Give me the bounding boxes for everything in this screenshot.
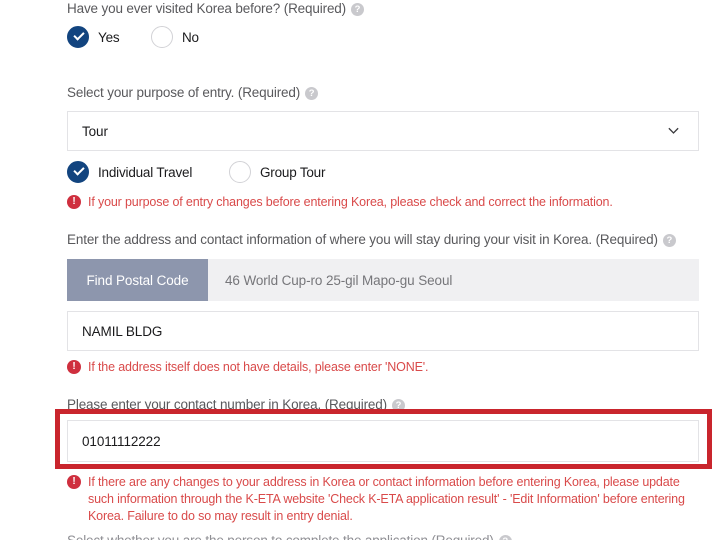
radio-unselected-icon: [151, 26, 173, 48]
alert-exclamation-icon: !: [67, 475, 81, 489]
travel-type-radio-group: Individual Travel Group Tour: [67, 161, 699, 183]
help-icon[interactable]: ?: [498, 535, 512, 540]
radio-group-tour-label: Group Tour: [260, 164, 326, 180]
purpose-of-entry-value: Tour: [82, 123, 108, 139]
visited-korea-question: Have you ever visited Korea before? (Req…: [67, 0, 699, 18]
purpose-of-entry-select[interactable]: Tour: [67, 111, 699, 151]
stay-address-question: Enter the address and contact informatio…: [67, 231, 699, 249]
radio-visited-yes[interactable]: Yes: [67, 26, 151, 48]
radio-selected-icon: [67, 26, 89, 48]
keta-application-form: Have you ever visited Korea before? (Req…: [0, 0, 720, 540]
radio-visited-yes-label: Yes: [98, 29, 120, 45]
contact-alert-message: ! If there are any changes to your addre…: [67, 474, 699, 525]
help-icon[interactable]: ?: [391, 399, 405, 412]
stay-address-label-text: Enter the address and contact informatio…: [67, 232, 658, 247]
purpose-alert-message: ! If your purpose of entry changes befor…: [67, 194, 699, 211]
contact-number-input[interactable]: 01011112222: [67, 420, 699, 462]
chevron-down-icon: [668, 127, 679, 134]
find-postal-code-button[interactable]: Find Postal Code: [67, 259, 208, 301]
purpose-alert-text: If your purpose of entry changes before …: [88, 195, 613, 209]
contact-number-input-wrap: 01011112222: [67, 420, 699, 462]
next-question-partial: Select whether you are the person to com…: [67, 532, 699, 540]
address-detail-input[interactable]: NAMIL BLDG: [67, 311, 699, 351]
radio-selected-icon: [67, 161, 89, 183]
radio-visited-no[interactable]: No: [151, 26, 199, 48]
radio-visited-no-label: No: [182, 29, 199, 45]
visited-korea-label-text: Have you ever visited Korea before? (Req…: [67, 1, 346, 16]
address-detail-wrap: NAMIL BLDG: [67, 311, 699, 351]
alert-exclamation-icon: !: [67, 360, 81, 374]
radio-individual-travel[interactable]: Individual Travel: [67, 161, 229, 183]
visited-korea-label: Have you ever visited Korea before? (Req…: [67, 0, 699, 18]
purpose-of-entry-label-text: Select your purpose of entry. (Required): [67, 85, 301, 100]
visited-korea-radio-group: Yes No: [67, 26, 699, 48]
contact-number-label-text: Please enter your contact number in Kore…: [67, 397, 387, 412]
help-icon[interactable]: ?: [305, 87, 319, 100]
address-alert-text: If the address itself does not have deta…: [88, 360, 429, 374]
contact-number-question: Please enter your contact number in Kore…: [67, 396, 699, 414]
stay-address-label: Enter the address and contact informatio…: [67, 231, 699, 249]
radio-unselected-icon: [229, 161, 251, 183]
alert-exclamation-icon: !: [67, 195, 81, 209]
radio-group-tour[interactable]: Group Tour: [229, 161, 325, 183]
postal-code-row: Find Postal Code 46 World Cup-ro 25-gil …: [67, 259, 699, 301]
next-question-label-text: Select whether you are the person to com…: [67, 533, 494, 540]
address-alert-message: ! If the address itself does not have de…: [67, 359, 699, 376]
help-icon[interactable]: ?: [351, 3, 364, 16]
next-question-label: Select whether you are the person to com…: [67, 532, 699, 540]
purpose-of-entry-select-wrap: Tour: [67, 111, 699, 151]
address-readonly-field: 46 World Cup-ro 25-gil Mapo-gu Seoul: [208, 259, 699, 301]
purpose-of-entry-question: Select your purpose of entry. (Required)…: [67, 84, 699, 102]
contact-number-label: Please enter your contact number in Kore…: [67, 396, 699, 414]
help-icon[interactable]: ?: [662, 234, 676, 247]
contact-alert-text: If there are any changes to your address…: [88, 475, 685, 523]
purpose-of-entry-label: Select your purpose of entry. (Required)…: [67, 84, 699, 102]
radio-individual-travel-label: Individual Travel: [98, 164, 193, 180]
